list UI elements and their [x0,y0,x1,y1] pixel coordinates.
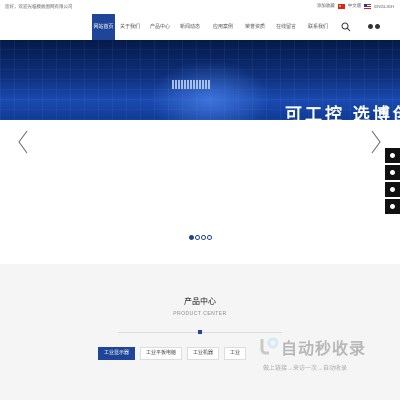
nav-item-about[interactable]: 关于我们 [118,14,142,40]
watermark-logo-icon [260,337,278,355]
wechat-icon [390,170,395,175]
back-to-top-button[interactable] [385,199,400,214]
slider-dot[interactable] [207,235,212,240]
nav-item-message[interactable]: 在线留言 [274,14,298,40]
nav-item-products[interactable]: 产品中心 [148,14,172,40]
top-bar: 您好，欢迎光临模板图网有限公司 添加收藏 中文版 ENGLISH [0,0,400,14]
main-nav: 网站首页 关于我们 产品中心 新闻动态 应用案例 荣誉资质 在线留言 联系我们 [0,14,400,40]
qq-icon [390,153,395,158]
wechat-button[interactable] [385,165,400,180]
add-favorite-link[interactable]: 添加收藏 [317,3,335,9]
slider-dots [189,235,212,240]
banner-chip-pins [172,80,210,89]
qq-button[interactable] [385,148,400,163]
banner-glow [150,60,270,120]
chinese-version-link[interactable]: 中文版 [348,3,362,9]
side-float-bar [385,148,400,214]
banner-slogan: 可工控 选博创 [285,105,400,120]
tab-industrial-machine[interactable]: 工业机器 [187,347,220,360]
watermark-title: 自动秒收录 [281,341,367,358]
english-version-link[interactable]: ENGLISH [374,4,394,9]
product-tabs: 工业显示器 工业平板电脑 工业机器 工业 [98,347,247,360]
section-subtitle: PRODUCT CENTER [173,311,227,317]
topbar-right: 添加收藏 中文版 ENGLISH [317,3,394,9]
slider-area [0,120,400,264]
weibo-icon[interactable] [375,24,380,29]
nav-item-contact[interactable]: 联系我们 [306,14,330,40]
nav-item-honors[interactable]: 荣誉资质 [243,14,267,40]
arrow-up-icon [390,204,395,209]
tab-industrial-other[interactable]: 工业 [224,347,247,360]
nav-item-news[interactable]: 新闻动态 [178,14,202,40]
tab-industrial-monitor[interactable]: 工业显示器 [98,347,136,360]
section-divider-mark [198,330,202,334]
slider-next-arrow-icon[interactable] [370,130,382,154]
slider-dot[interactable] [201,235,206,240]
social-icons [368,24,380,29]
us-flag-icon [364,3,372,9]
phone-button[interactable] [385,182,400,197]
nav-item-cases[interactable]: 应用案例 [211,14,235,40]
slider-dot[interactable] [189,235,194,240]
section-title: 产品中心 [184,297,216,306]
china-flag-icon [337,3,345,9]
banner-slogan-clip: 可工控 选博创 [285,103,400,120]
watermark-subtitle: 做上链接→来访一次→自动收录 [263,366,348,372]
search-icon[interactable] [341,22,351,32]
tab-industrial-tablet[interactable]: 工业平板电脑 [140,347,183,360]
welcome-text: 您好，欢迎光临模板图网有限公司 [5,4,73,9]
slider-dot[interactable] [195,235,200,240]
wechat-icon[interactable] [368,24,373,29]
phone-icon [390,187,395,192]
nav-item-home[interactable]: 网站首页 [92,14,115,40]
watermark: 自动秒收录 做上链接→来访一次→自动收录 [258,329,388,379]
slider-prev-arrow-icon[interactable] [17,130,29,154]
